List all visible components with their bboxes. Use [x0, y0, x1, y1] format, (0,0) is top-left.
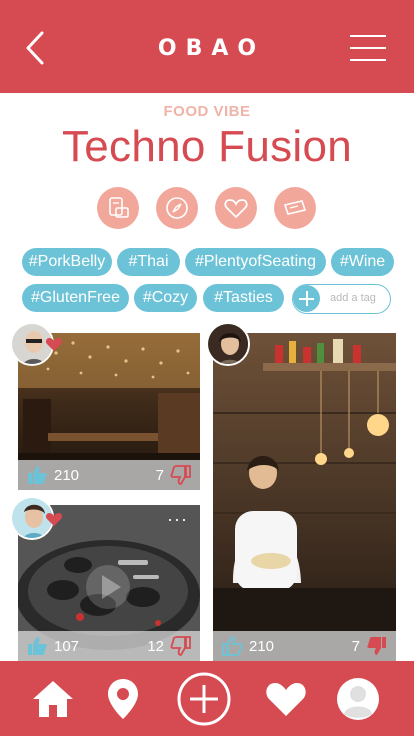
menu-button[interactable]: [97, 187, 139, 229]
more-options-icon[interactable]: ···: [167, 509, 188, 530]
nav-favorites[interactable]: [262, 675, 310, 723]
like-count: 210: [249, 638, 275, 655]
profile-avatar-icon: [337, 678, 379, 720]
tag-chip[interactable]: #GlutenFree: [22, 284, 129, 312]
heart-icon: [224, 199, 248, 219]
compass-icon: [166, 197, 188, 219]
tag-chip[interactable]: #Thai: [117, 248, 180, 276]
reaction-bar: 107 12: [18, 631, 200, 661]
tag-chip[interactable]: #PlentyofSeating: [185, 248, 326, 276]
ticket-icon: [283, 200, 307, 215]
avatar[interactable]: [206, 322, 250, 366]
tag-chip[interactable]: #Wine: [331, 248, 394, 276]
liked-heart-icon[interactable]: [45, 511, 63, 527]
add-tag-field[interactable]: add a tag: [292, 284, 391, 314]
dislike-count: 12: [147, 638, 164, 655]
heart-icon: [266, 683, 306, 716]
nav-map[interactable]: [99, 675, 147, 723]
favorite-button[interactable]: [215, 187, 257, 229]
like-count: 210: [54, 467, 80, 484]
reaction-bar: 210 7: [213, 631, 396, 661]
add-circle-icon: [177, 672, 231, 726]
nav-home[interactable]: [29, 675, 77, 723]
home-icon: [33, 681, 73, 717]
thumbs-up-icon[interactable]: [26, 465, 48, 485]
thumbs-up-icon[interactable]: [221, 636, 243, 656]
tag-chip[interactable]: #Cozy: [134, 284, 197, 312]
reserve-button[interactable]: [274, 187, 316, 229]
add-tag-plus-icon[interactable]: [293, 285, 320, 312]
thumbs-down-icon[interactable]: [170, 465, 192, 485]
bottom-navigation: [0, 661, 414, 736]
dislike-count: 7: [351, 638, 360, 655]
tag-chip[interactable]: #Tasties: [203, 284, 284, 312]
nav-add[interactable]: [176, 671, 232, 727]
restaurant-name: Techno Fusion: [61, 122, 353, 171]
thumbs-down-icon[interactable]: [170, 636, 192, 656]
menu-card-icon: [109, 197, 129, 218]
like-count: 107: [54, 638, 80, 655]
dislike-count: 7: [155, 467, 164, 484]
top-bar: OBAO: [0, 0, 414, 93]
category-label: FOOD VIBE: [163, 103, 251, 120]
location-pin-icon: [108, 679, 138, 719]
liked-heart-icon[interactable]: [45, 336, 63, 352]
photo-post[interactable]: 210 7: [213, 333, 396, 661]
chef-photo: [213, 333, 396, 661]
tag-chip[interactable]: #PorkBelly: [22, 248, 112, 276]
reaction-bar: 210 7: [18, 460, 200, 490]
thumbs-up-icon[interactable]: [26, 636, 48, 656]
directions-button[interactable]: [156, 187, 198, 229]
hamburger-menu-icon[interactable]: [350, 35, 386, 63]
nav-profile[interactable]: [334, 675, 382, 723]
thumbs-down-icon[interactable]: [366, 636, 388, 656]
add-tag-placeholder: add a tag: [330, 292, 376, 304]
